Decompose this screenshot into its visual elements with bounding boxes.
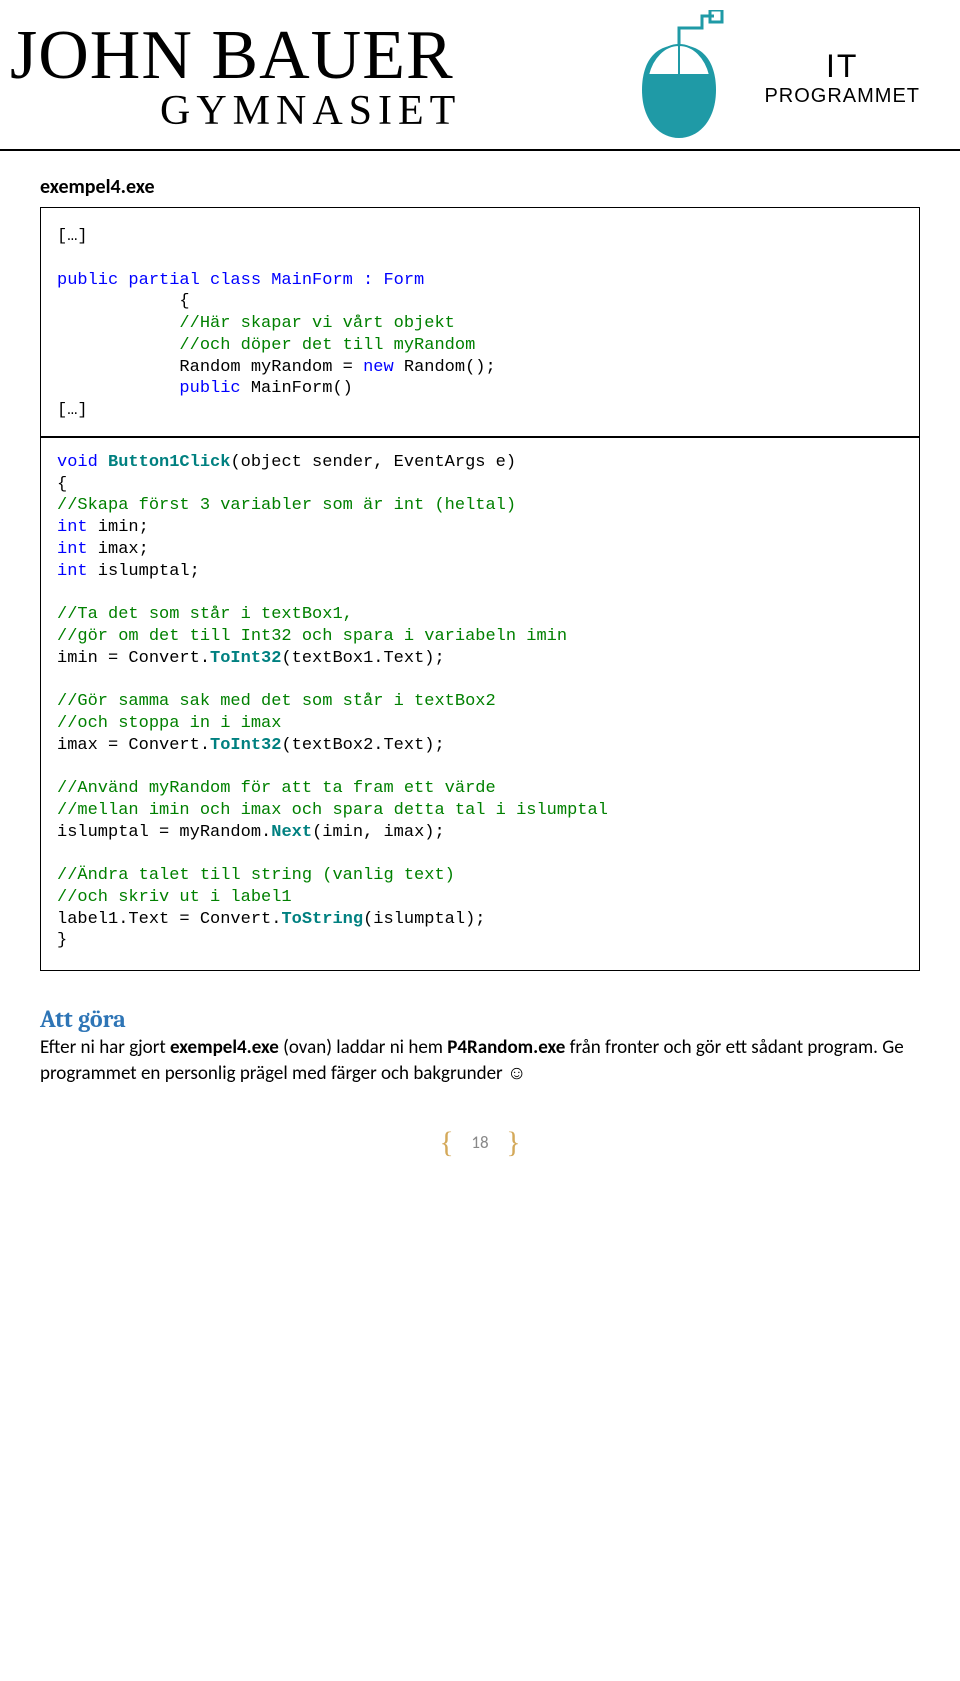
code-fn: Next <box>271 823 312 842</box>
document-header: JOHN BAUER GYMNASIET IT PROGRAMMET <box>0 0 960 151</box>
code-comment: //Ta det som står i textBox1, <box>57 605 353 624</box>
code-kw: int <box>57 562 88 581</box>
program-label-box: IT PROGRAMMET <box>764 48 920 108</box>
code-line: Random myRandom = <box>179 358 363 377</box>
todo-bold: P4Random.exe <box>447 1036 565 1059</box>
code-block: […] public partial class MainForm : Form… <box>40 207 920 971</box>
code-line: […] <box>57 227 88 246</box>
code-filename: exempel4.exe <box>40 175 920 199</box>
todo-text: Efter ni har gjort <box>40 1036 170 1059</box>
code-kw: public <box>179 379 240 398</box>
brace-right-icon: } <box>506 1126 520 1159</box>
code-kw: int <box>57 540 88 559</box>
code-kw: void <box>57 453 98 472</box>
code-comment: //Gör samma sak med det som står i textB… <box>57 692 496 711</box>
code-line: } <box>57 931 67 950</box>
page-number: 18 <box>457 1132 502 1153</box>
code-comment: //och skriv ut i label1 <box>57 888 292 907</box>
code-line: Random(); <box>394 358 496 377</box>
page-content: exempel4.exe […] public partial class Ma… <box>0 151 960 1180</box>
code-comment: //Använd myRandom för att ta fram ett vä… <box>57 779 496 798</box>
code-line: label1.Text = Convert. <box>57 910 281 929</box>
code-line: islumptal = myRandom. <box>57 823 271 842</box>
code-comment: //gör om det till Int32 och spara i vari… <box>57 627 567 646</box>
code-line: (islumptal); <box>363 910 485 929</box>
code-comment: //Här skapar vi vårt objekt <box>179 314 454 333</box>
mouse-icon <box>624 10 734 145</box>
code-comment: //Ändra talet till string (vanlig text) <box>57 866 455 885</box>
code-kw: int <box>57 518 88 537</box>
code-line: { <box>57 475 67 494</box>
code-comment: //och stoppa in i imax <box>57 714 281 733</box>
brand-name: JOHN BAUER <box>10 21 614 91</box>
program-label: PROGRAMMET <box>764 85 920 108</box>
code-line: imax; <box>88 540 149 559</box>
code-line: MainForm() <box>241 379 353 398</box>
code-line: imin = Convert. <box>57 649 210 668</box>
brand-logo: JOHN BAUER GYMNASIET <box>10 21 614 135</box>
todo-bold: exempel4.exe <box>170 1036 279 1059</box>
code-line: { <box>179 292 189 311</box>
code-line: imin; <box>88 518 149 537</box>
code-line: (textBox1.Text); <box>281 649 444 668</box>
code-fn: ToString <box>281 910 363 929</box>
code-kw: public partial class MainForm : Form <box>57 271 424 290</box>
code-line: islumptal; <box>88 562 200 581</box>
todo-text: (ovan) laddar ni hem <box>279 1036 447 1059</box>
brace-left-icon: { <box>439 1126 453 1159</box>
code-divider <box>41 436 919 438</box>
page-number-wrap: { 18 } <box>40 1126 920 1180</box>
todo-heading: Att göra <box>40 1005 920 1033</box>
it-label: IT <box>764 48 920 85</box>
code-kw: new <box>363 358 394 377</box>
code-line: imax = Convert. <box>57 736 210 755</box>
todo-paragraph: Efter ni har gjort exempel4.exe (ovan) l… <box>40 1035 920 1086</box>
brand-subtitle: GYMNASIET <box>160 87 614 135</box>
code-comment: //Skapa först 3 variabler som är int (he… <box>57 496 516 515</box>
code-fn: Button1Click <box>98 453 231 472</box>
code-comment: //och döper det till myRandom <box>179 336 475 355</box>
code-comment: //mellan imin och imax och spara detta t… <box>57 801 608 820</box>
code-line: (imin, imax); <box>312 823 445 842</box>
code-fn: ToInt32 <box>210 736 281 755</box>
code-line: (object sender, EventArgs e) <box>230 453 516 472</box>
code-line: […] <box>57 401 88 420</box>
code-fn: ToInt32 <box>210 649 281 668</box>
code-line: (textBox2.Text); <box>281 736 444 755</box>
